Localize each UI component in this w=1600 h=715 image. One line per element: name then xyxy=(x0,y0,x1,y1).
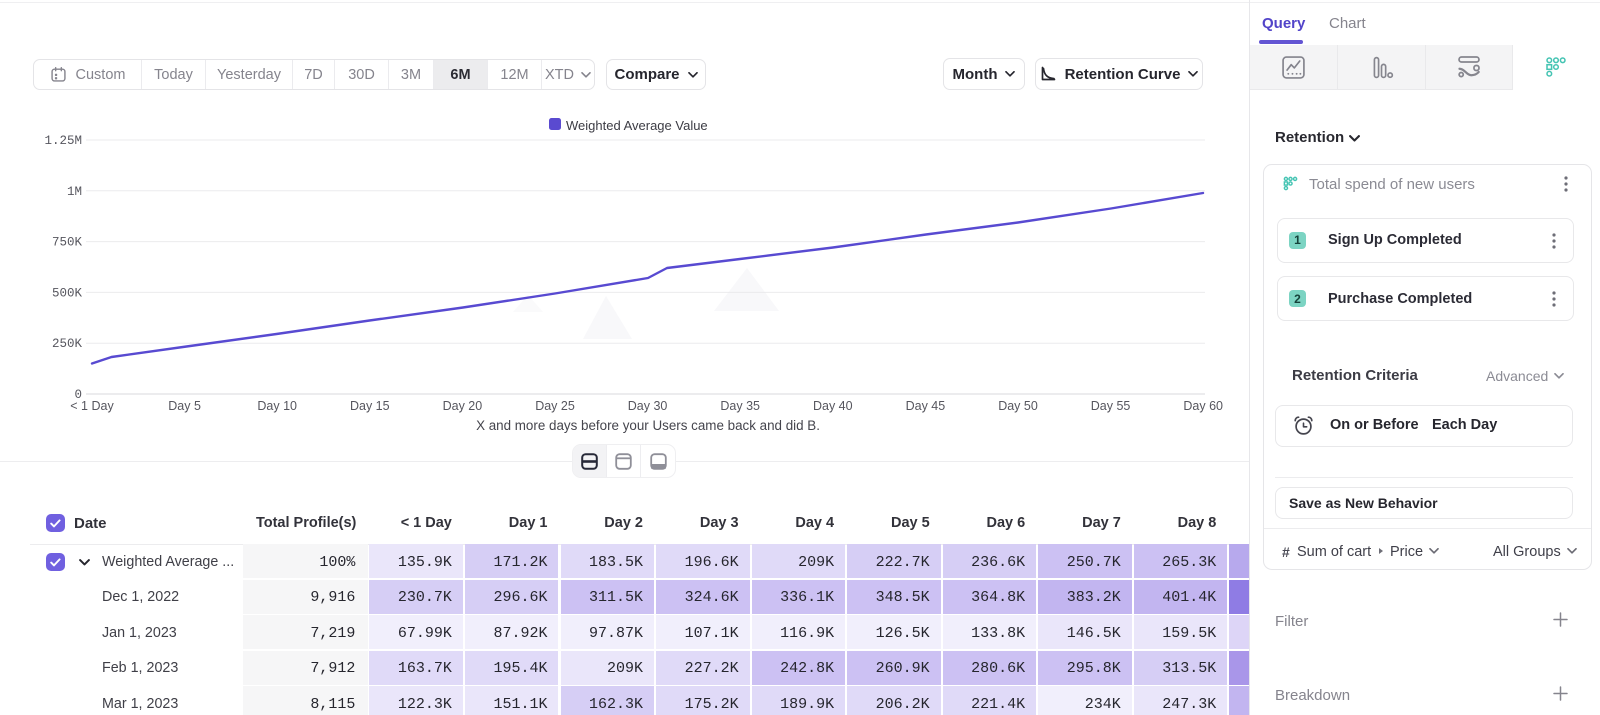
svg-text:Day 5: Day 5 xyxy=(168,399,201,413)
svg-text:Day 55: Day 55 xyxy=(1091,399,1131,413)
svg-text:250K: 250K xyxy=(52,337,83,351)
svg-text:< 1 Day: < 1 Day xyxy=(70,399,114,413)
svg-text:1.25M: 1.25M xyxy=(44,134,82,148)
svg-text:Day 50: Day 50 xyxy=(998,399,1038,413)
svg-text:Day 25: Day 25 xyxy=(535,399,575,413)
svg-text:Day 15: Day 15 xyxy=(350,399,390,413)
svg-text:Day 60: Day 60 xyxy=(1183,399,1223,413)
svg-text:X and more days before your Us: X and more days before your Users came b… xyxy=(476,418,820,433)
svg-text:Day 30: Day 30 xyxy=(628,399,668,413)
svg-text:Day 40: Day 40 xyxy=(813,399,853,413)
svg-text:Day 45: Day 45 xyxy=(906,399,946,413)
svg-text:Day 10: Day 10 xyxy=(257,399,297,413)
svg-text:750K: 750K xyxy=(52,236,83,250)
svg-text:1M: 1M xyxy=(67,185,82,199)
svg-text:Day 35: Day 35 xyxy=(720,399,760,413)
svg-text:500K: 500K xyxy=(52,286,83,300)
svg-text:Day 20: Day 20 xyxy=(443,399,483,413)
